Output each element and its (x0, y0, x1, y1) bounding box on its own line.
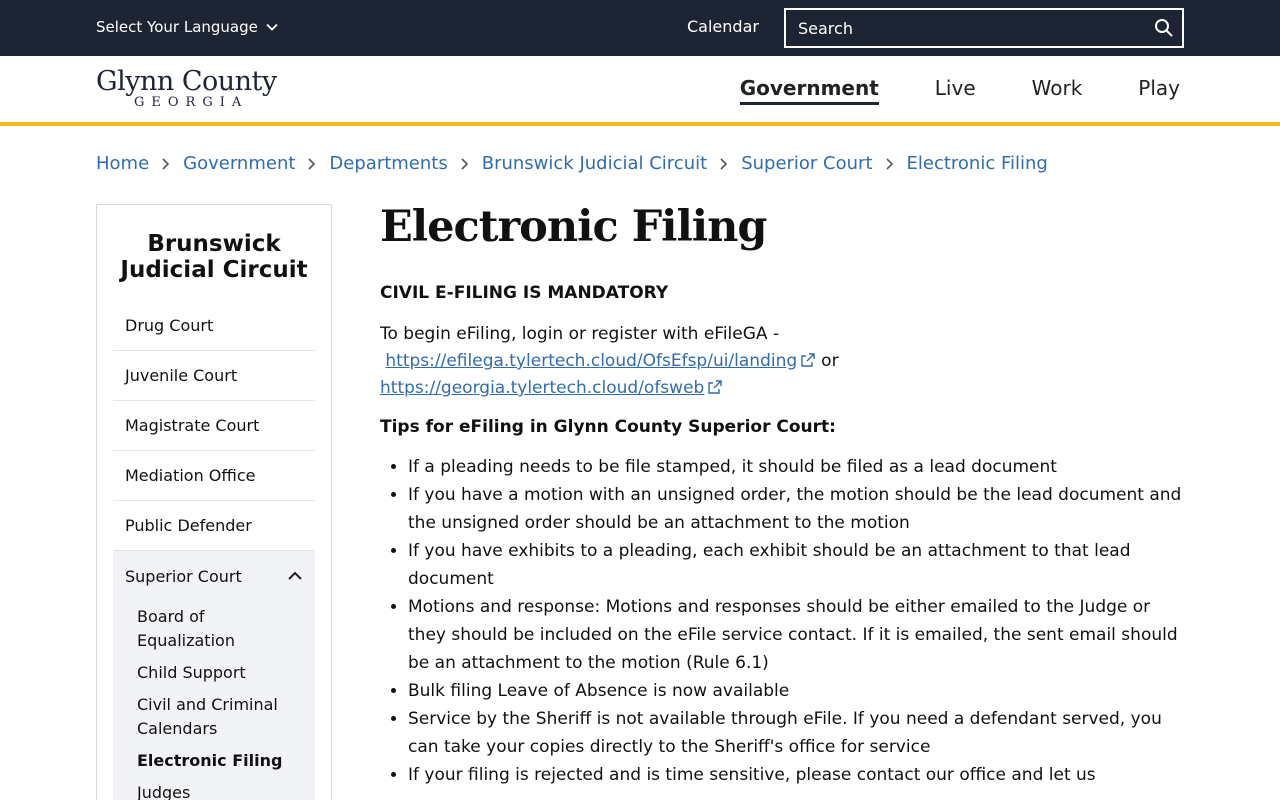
breadcrumb-electronic-filing[interactable]: Electronic Filing (907, 153, 1048, 174)
page-title: Electronic Filing (380, 202, 767, 252)
sidebar: Brunswick Judicial Circuit Drug Court Ju… (96, 204, 332, 800)
nav-live[interactable]: Live (935, 76, 976, 105)
sidebar-subitem-electronic-filing[interactable]: Electronic Filing (113, 745, 315, 777)
logo-county-name: Glynn County (96, 66, 277, 97)
list-item: If your filing is rejected and is time s… (408, 761, 1185, 789)
sidebar-item-drug-court[interactable]: Drug Court (113, 301, 315, 351)
chevron-right-icon (448, 153, 482, 174)
list-item: If a pleading needs to be file stamped, … (408, 453, 1185, 481)
site-header: Glynn County GEORGIA Government Live Wor… (0, 56, 1280, 126)
sidebar-item-superior-court[interactable]: Superior Court (113, 551, 315, 601)
list-item: Service by the Sheriff is not available … (408, 705, 1185, 761)
sidebar-group-label: Superior Court (125, 566, 242, 586)
tips-heading: Tips for eFiling in Glynn County Superio… (380, 417, 836, 437)
intro-text: To begin eFiling, login or register with… (380, 324, 780, 344)
sidebar-item-juvenile-court[interactable]: Juvenile Court (113, 351, 315, 401)
sidebar-subitem-judges[interactable]: Judges (113, 777, 315, 800)
sidebar-subitem-civil-criminal-calendars[interactable]: Civil and Criminal Calendars (113, 689, 315, 745)
language-selector[interactable]: Select Your Language (96, 18, 278, 36)
site-logo[interactable]: Glynn County GEORGIA (96, 68, 288, 112)
sidebar-subitem-board-of-equalization[interactable]: Board of Equalization (113, 601, 315, 657)
georgia-tylertech-link[interactable]: https://georgia.tylertech.cloud/ofsweb (380, 378, 704, 398)
nav-government[interactable]: Government (739, 76, 879, 105)
nav-play[interactable]: Play (1138, 76, 1180, 105)
chevron-right-icon (149, 153, 183, 174)
list-item: If you have exhibits to a pleading, each… (408, 537, 1185, 593)
sidebar-item-magistrate-court[interactable]: Magistrate Court (113, 401, 315, 451)
breadcrumb-departments[interactable]: Departments (329, 153, 447, 174)
main-navigation: Government Live Work Play (739, 76, 1180, 105)
mandatory-heading: CIVIL E-FILING IS MANDATORY (380, 283, 669, 303)
list-item: If you have a motion with an unsigned or… (408, 481, 1185, 537)
list-item: Motions and response: Motions and respon… (408, 593, 1185, 677)
chevron-right-icon (707, 153, 741, 174)
or-text: or (821, 351, 839, 371)
language-selector-label: Select Your Language (96, 18, 258, 36)
sidebar-title: Brunswick Judicial Circuit (120, 231, 308, 283)
external-link-icon (801, 353, 815, 367)
nav-work[interactable]: Work (1032, 76, 1083, 105)
search-input[interactable] (786, 18, 1136, 38)
utility-bar: Select Your Language Calendar (0, 0, 1280, 56)
external-link-icon (708, 380, 723, 394)
search-icon[interactable] (1154, 18, 1174, 38)
breadcrumb-home[interactable]: Home (96, 153, 149, 174)
breadcrumb-superior-court[interactable]: Superior Court (741, 153, 872, 174)
logo-state-name: GEORGIA (134, 95, 249, 110)
breadcrumb-brunswick-judicial-circuit[interactable]: Brunswick Judicial Circuit (482, 153, 707, 174)
tips-list: If a pleading needs to be file stamped, … (380, 453, 1185, 789)
breadcrumb-government[interactable]: Government (183, 153, 295, 174)
search-box (784, 8, 1184, 48)
sidebar-group-superior-court: Superior Court Board of Equalization Chi… (113, 551, 315, 800)
calendar-link[interactable]: Calendar (687, 17, 759, 36)
main-content: Electronic Filing CIVIL E-FILING IS MAND… (380, 200, 1185, 789)
intro-paragraph: To begin eFiling, login or register with… (380, 321, 1185, 402)
sidebar-list: Drug Court Juvenile Court Magistrate Cou… (113, 301, 315, 800)
sidebar-item-public-defender[interactable]: Public Defender (113, 501, 315, 551)
chevron-up-icon[interactable] (287, 571, 303, 581)
efilega-link[interactable]: https://efilega.tylertech.cloud/OfsEfsp/… (385, 351, 797, 371)
chevron-right-icon (295, 153, 329, 174)
sidebar-subitem-child-support[interactable]: Child Support (113, 657, 315, 689)
chevron-right-icon (873, 153, 907, 174)
chevron-down-icon (266, 23, 278, 31)
breadcrumb: Home Government Departments Brunswick Ju… (96, 153, 1048, 174)
list-item: Bulk filing Leave of Absence is now avai… (408, 677, 1185, 705)
sidebar-item-mediation-office[interactable]: Mediation Office (113, 451, 315, 501)
